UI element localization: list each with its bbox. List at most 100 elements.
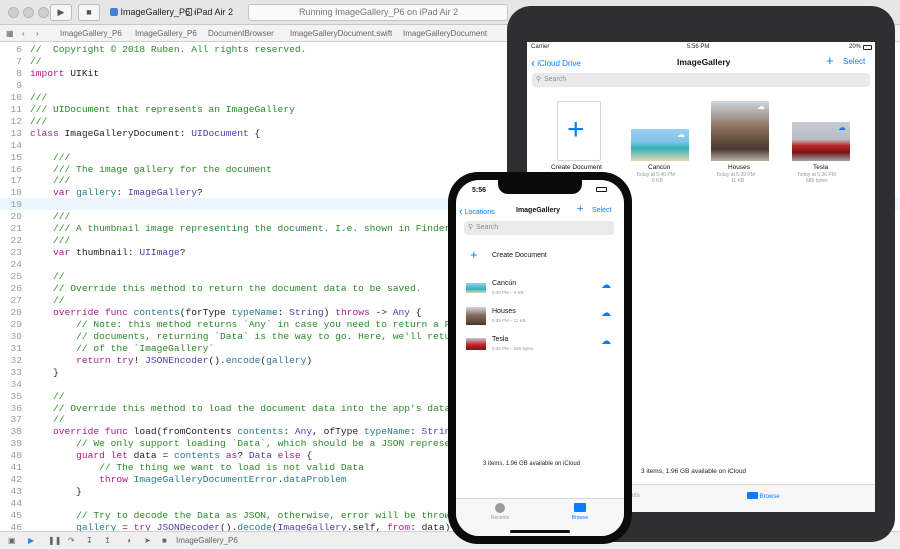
code-line[interactable]: // The thing we want to load is not vali… bbox=[30, 462, 364, 473]
code-line[interactable]: // Try to decode the Data as JSON, other… bbox=[30, 510, 473, 521]
code-line[interactable]: // bbox=[30, 295, 65, 306]
pause-icon[interactable]: ❚❚ bbox=[48, 532, 61, 549]
breadcrumb-item-file[interactable]: ImageGalleryDocument.swift bbox=[290, 25, 392, 41]
line-number[interactable]: 33 bbox=[0, 367, 22, 378]
line-number[interactable]: 17 bbox=[0, 175, 22, 186]
code-line[interactable]: /// bbox=[30, 175, 70, 186]
line-number[interactable]: 29 bbox=[0, 319, 22, 330]
code-line[interactable]: override func load(fromContents contents… bbox=[30, 426, 479, 437]
line-number[interactable]: 35 bbox=[0, 391, 22, 402]
line-number[interactable]: 23 bbox=[0, 247, 22, 258]
code-line[interactable]: /// The image gallery for the document bbox=[30, 164, 272, 175]
line-number[interactable]: 22 bbox=[0, 235, 22, 246]
stop-button[interactable]: ■ bbox=[78, 4, 100, 21]
line-number[interactable]: 14 bbox=[0, 140, 22, 151]
line-number[interactable]: 36 bbox=[0, 403, 22, 414]
add-document-icon[interactable]: + bbox=[577, 203, 583, 215]
back-arrow-icon[interactable]: ‹ bbox=[22, 25, 25, 41]
icloud-drive-back-button[interactable]: ‹ iCloud Drive bbox=[531, 56, 581, 70]
code-line[interactable]: // documents, returning `Data` is the wa… bbox=[30, 331, 473, 342]
line-number[interactable]: 34 bbox=[0, 379, 22, 390]
tab-recents[interactable]: Recents bbox=[488, 503, 512, 521]
code-line[interactable]: guard let data = contents as? Data else … bbox=[30, 450, 312, 461]
line-number[interactable]: 21 bbox=[0, 223, 22, 234]
line-number[interactable]: 15 bbox=[0, 152, 22, 163]
line-number[interactable]: 19 bbox=[0, 199, 22, 210]
line-number[interactable]: 25 bbox=[0, 271, 22, 282]
line-number[interactable]: 16 bbox=[0, 164, 22, 175]
minimize-window-button[interactable] bbox=[23, 7, 34, 18]
scheme-selector[interactable]: ImageGallery_P6 › bbox=[110, 4, 196, 21]
breadcrumb-item-project[interactable]: ImageGallery_P6 bbox=[60, 25, 122, 41]
line-number[interactable]: 26 bbox=[0, 283, 22, 294]
document-thumbnail-tesla[interactable]: ☁ bbox=[792, 122, 850, 161]
line-number[interactable]: 28 bbox=[0, 307, 22, 318]
line-number[interactable]: 45 bbox=[0, 510, 22, 521]
cloud-download-icon[interactable]: ☁ bbox=[838, 123, 846, 132]
code-line[interactable]: // Override this method to return the do… bbox=[30, 283, 421, 294]
code-line[interactable]: // Override this method to load the docu… bbox=[30, 403, 479, 414]
grid-icon[interactable]: ▦ bbox=[6, 25, 14, 41]
line-number[interactable]: 30 bbox=[0, 331, 22, 342]
document-thumbnail-houses[interactable]: ☁ bbox=[711, 101, 769, 161]
location-icon[interactable]: ➤ bbox=[144, 532, 151, 549]
line-number[interactable]: 6 bbox=[0, 44, 22, 55]
tab-browse[interactable]: Browse bbox=[747, 492, 780, 500]
line-number[interactable]: 9 bbox=[0, 80, 22, 91]
code-line[interactable]: // We only support loading `Data`, which… bbox=[30, 438, 479, 449]
code-line[interactable]: /// bbox=[30, 116, 47, 127]
line-number[interactable]: 27 bbox=[0, 295, 22, 306]
breadcrumb-item-group[interactable]: ImageGallery_P6 bbox=[135, 25, 197, 41]
code-line[interactable]: var gallery: ImageGallery? bbox=[30, 187, 203, 198]
line-number[interactable]: 44 bbox=[0, 498, 22, 509]
run-button[interactable]: ▶ bbox=[50, 4, 72, 21]
line-number[interactable]: 43 bbox=[0, 486, 22, 497]
line-number[interactable]: 11 bbox=[0, 104, 22, 115]
add-document-icon[interactable]: + bbox=[826, 53, 834, 68]
code-line[interactable]: /// bbox=[30, 235, 70, 246]
search-field[interactable]: ⚲ Search bbox=[532, 73, 870, 87]
line-number[interactable]: 18 bbox=[0, 187, 22, 198]
code-line[interactable]: } bbox=[30, 367, 59, 378]
hide-debug-area-icon[interactable]: ▣ bbox=[8, 532, 16, 549]
line-number[interactable]: 20 bbox=[0, 211, 22, 222]
breakpoints-icon[interactable]: ▶ bbox=[28, 532, 34, 549]
step-into-icon[interactable]: ↧ bbox=[86, 532, 93, 549]
cloud-download-icon[interactable]: ☁ bbox=[601, 280, 611, 291]
select-button[interactable]: Select bbox=[592, 207, 611, 214]
select-button[interactable]: Select bbox=[843, 57, 865, 66]
line-number[interactable]: 40 bbox=[0, 450, 22, 461]
line-number[interactable]: 41 bbox=[0, 462, 22, 473]
document-thumbnail-cancun[interactable]: ☁ bbox=[631, 129, 689, 161]
code-line[interactable]: var thumbnail: UIImage? bbox=[30, 247, 185, 258]
code-line[interactable]: import UIKit bbox=[30, 68, 99, 79]
code-line[interactable]: // bbox=[30, 271, 65, 282]
cloud-download-icon[interactable]: ☁ bbox=[677, 130, 685, 139]
cloud-download-icon[interactable]: ☁ bbox=[601, 336, 611, 347]
zoom-window-button[interactable] bbox=[38, 7, 49, 18]
line-number[interactable]: 38 bbox=[0, 426, 22, 437]
line-number[interactable]: 46 bbox=[0, 522, 22, 531]
locations-back-button[interactable]: ‹ Locations bbox=[459, 206, 495, 218]
code-line[interactable]: override func contents(forType typeName:… bbox=[30, 307, 422, 318]
line-number[interactable]: 39 bbox=[0, 438, 22, 449]
step-out-icon[interactable]: ↥ bbox=[104, 532, 111, 549]
code-line[interactable]: class ImageGalleryDocument: UIDocument { bbox=[30, 128, 260, 139]
forward-arrow-icon[interactable]: › bbox=[36, 25, 39, 41]
line-number[interactable]: 12 bbox=[0, 116, 22, 127]
code-line[interactable]: // bbox=[30, 391, 65, 402]
cloud-download-icon[interactable]: ☁ bbox=[601, 308, 611, 319]
line-number[interactable]: 8 bbox=[0, 68, 22, 79]
code-line[interactable]: /// A thumbnail image representing the d… bbox=[30, 223, 473, 234]
code-line[interactable]: return try! JSONEncoder().encode(gallery… bbox=[30, 355, 312, 366]
list-item[interactable]: Houses 5:39 PM – 11 KB ☁ bbox=[456, 305, 624, 329]
line-number[interactable]: 24 bbox=[0, 259, 22, 270]
tab-browse[interactable]: Browse bbox=[568, 503, 592, 521]
line-number[interactable]: 13 bbox=[0, 128, 22, 139]
step-over-icon[interactable]: ↷ bbox=[68, 532, 75, 549]
code-line[interactable]: throw ImageGalleryDocumentError.dataProb… bbox=[30, 474, 347, 485]
code-line[interactable]: // bbox=[30, 56, 42, 67]
line-number[interactable]: 7 bbox=[0, 56, 22, 67]
line-number[interactable]: 42 bbox=[0, 474, 22, 485]
device-selector[interactable]: iPad Air 2 bbox=[186, 4, 233, 21]
